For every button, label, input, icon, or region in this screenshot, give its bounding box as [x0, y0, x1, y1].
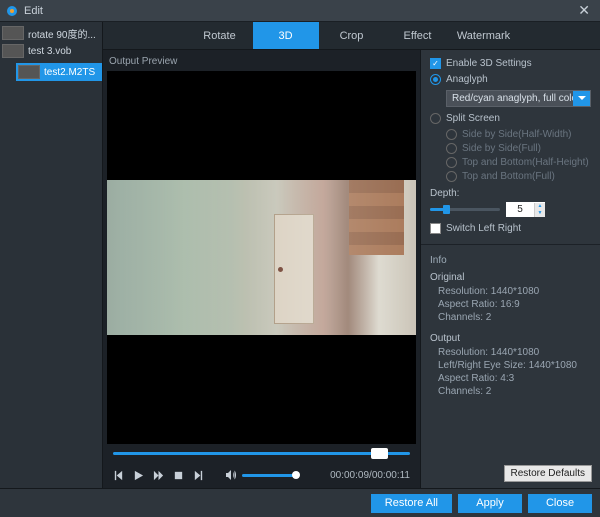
info-header: Info	[430, 255, 591, 266]
split-option-radio[interactable]	[446, 129, 457, 140]
tab-3d[interactable]: 3D	[253, 22, 319, 49]
tab-crop[interactable]: Crop	[319, 22, 385, 49]
split-screen-label: Split Screen	[446, 113, 500, 124]
split-screen-radio[interactable]	[430, 113, 441, 124]
info-line: Aspect Ratio: 4:3	[438, 373, 591, 384]
file-item[interactable]: test 3.vob	[0, 42, 102, 60]
preview-label: Output Preview	[109, 56, 416, 67]
info-output-label: Output	[430, 333, 591, 344]
file-thumb	[2, 44, 24, 58]
switch-lr-checkbox[interactable]	[430, 223, 441, 234]
info-line: Resolution: 1440*1080	[438, 286, 591, 297]
chevron-down-icon	[573, 91, 590, 106]
time-display: 00:00:09/00:00:11	[330, 470, 410, 481]
preview-pane: Output Preview	[103, 50, 420, 488]
file-thumb	[2, 26, 24, 40]
depth-slider[interactable]	[430, 208, 500, 211]
restore-all-button[interactable]: Restore All	[371, 494, 452, 513]
video-area[interactable]	[107, 71, 416, 444]
footer-bar: Restore All Apply Close	[0, 488, 600, 517]
info-line: Channels: 2	[438, 386, 591, 397]
volume-icon	[225, 469, 237, 481]
split-option-radio[interactable]	[446, 157, 457, 168]
file-name: test2.M2TS	[44, 67, 95, 78]
tab-rotate[interactable]: Rotate	[187, 22, 253, 49]
depth-label: Depth:	[430, 188, 459, 199]
playback-controls: 00:00:09/00:00:11	[107, 462, 416, 488]
volume-thumb[interactable]	[292, 471, 300, 479]
info-line: Aspect Ratio: 16:9	[438, 299, 591, 310]
anaglyph-select[interactable]: Red/cyan anaglyph, full color	[446, 90, 591, 107]
prev-icon[interactable]	[113, 470, 124, 481]
apply-button[interactable]: Apply	[458, 494, 522, 513]
close-icon[interactable]: ✕	[574, 2, 594, 19]
window-title: Edit	[24, 5, 43, 17]
title-bar: Edit ✕	[0, 0, 600, 22]
split-option-radio[interactable]	[446, 171, 457, 182]
split-option-radio[interactable]	[446, 143, 457, 154]
info-line: Resolution: 1440*1080	[438, 347, 591, 358]
file-name: test 3.vob	[28, 46, 71, 57]
anaglyph-radio[interactable]	[430, 74, 441, 85]
file-item[interactable]: rotate 90度的...	[0, 24, 102, 42]
info-original-label: Original	[430, 272, 591, 283]
volume-control[interactable]	[225, 469, 298, 481]
anaglyph-label: Anaglyph	[446, 74, 488, 85]
depth-spinner[interactable]: 5▲▼	[506, 202, 545, 217]
file-name: rotate 90度的...	[28, 26, 96, 41]
app-icon	[6, 5, 18, 17]
enable-3d-checkbox[interactable]	[430, 58, 441, 69]
play-icon[interactable]	[133, 470, 144, 481]
tab-watermark[interactable]: Watermark	[451, 22, 517, 49]
seek-thumb[interactable]	[371, 448, 388, 459]
fast-forward-icon[interactable]	[153, 470, 164, 481]
file-sidebar: rotate 90度的... test 3.vob test2.M2TS	[0, 22, 102, 488]
close-button[interactable]: Close	[528, 494, 592, 513]
next-icon[interactable]	[193, 470, 204, 481]
info-line: Left/Right Eye Size: 1440*1080	[438, 360, 591, 371]
restore-defaults-button[interactable]: Restore Defaults	[504, 465, 592, 482]
file-item[interactable]: test2.M2TS	[16, 63, 102, 81]
tab-bar: Rotate 3D Crop Effect Watermark	[103, 22, 600, 50]
spinner-down[interactable]: ▼	[535, 210, 545, 217]
info-line: Channels: 2	[438, 312, 591, 323]
enable-3d-label: Enable 3D Settings	[446, 58, 532, 69]
seek-bar[interactable]	[107, 444, 416, 462]
switch-lr-label: Switch Left Right	[446, 223, 521, 234]
spinner-up[interactable]: ▲	[535, 203, 545, 210]
video-frame	[107, 180, 416, 335]
file-thumb	[18, 65, 40, 79]
settings-panel: Enable 3D Settings Anaglyph Red/cyan ana…	[420, 50, 600, 488]
stop-icon[interactable]	[173, 470, 184, 481]
tab-effect[interactable]: Effect	[385, 22, 451, 49]
